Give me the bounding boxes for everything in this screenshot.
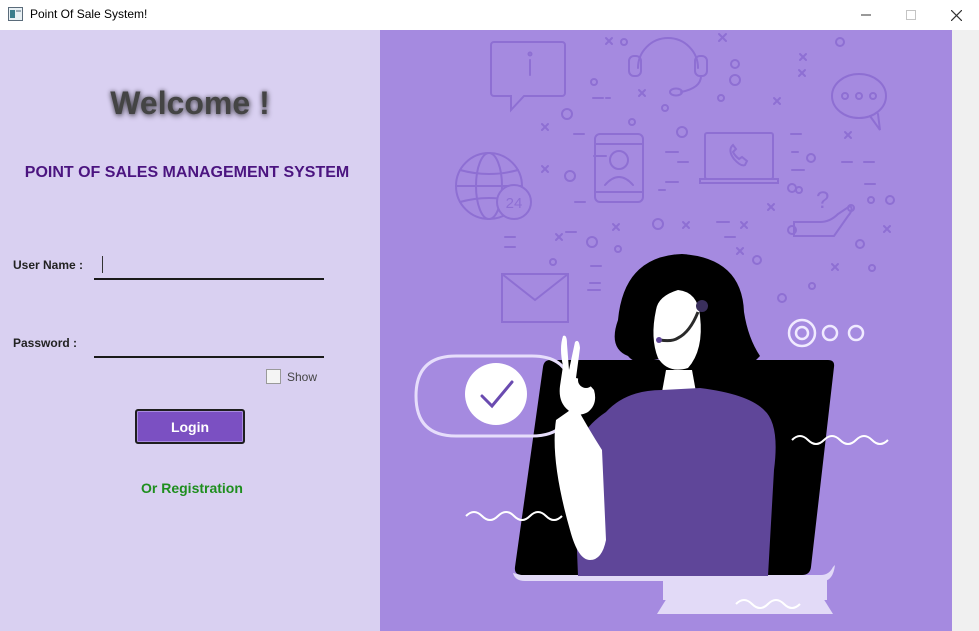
phone-person-icon xyxy=(594,133,644,203)
info-bubble-icon xyxy=(490,41,566,113)
globe-24-badge: 24 xyxy=(506,195,523,212)
vertical-scrollbar[interactable] xyxy=(952,30,979,631)
username-input[interactable] xyxy=(94,252,324,280)
window-title: Point Of Sale System! xyxy=(30,7,148,21)
minimize-icon xyxy=(861,14,871,16)
app-icon xyxy=(8,7,23,21)
chat-bubble-icon xyxy=(831,73,887,131)
illustration-panel: 24 ? xyxy=(380,30,952,631)
show-password-label: Show xyxy=(287,369,318,384)
minimize-button[interactable] xyxy=(843,0,889,30)
customer-support-illustration: 24 ? xyxy=(414,33,895,614)
password-label: Password : xyxy=(13,336,78,350)
text-caret xyxy=(102,256,103,273)
globe-24-icon: 24 xyxy=(455,152,532,220)
show-password-checkbox[interactable] xyxy=(266,369,281,384)
title-bar: Point Of Sale System! xyxy=(0,0,979,30)
welcome-heading: Welcome ! xyxy=(110,85,270,121)
laptop-call-icon xyxy=(699,132,779,184)
close-icon xyxy=(950,9,962,21)
show-password-toggle[interactable]: Show xyxy=(266,369,317,384)
question-hand-icon: ? xyxy=(793,187,853,237)
login-panel: Welcome ! POINT OF SALES MANAGEMENT SYST… xyxy=(0,30,380,631)
system-subtitle: POINT OF SALES MANAGEMENT SYSTEM xyxy=(24,164,350,181)
decorative-rings xyxy=(787,318,865,348)
maximize-icon xyxy=(906,10,916,20)
maximize-button[interactable] xyxy=(888,0,934,30)
username-label: User Name : xyxy=(13,258,84,272)
close-button[interactable] xyxy=(933,0,979,30)
registration-link[interactable]: Or Registration xyxy=(141,480,243,496)
login-button[interactable]: Login xyxy=(135,409,245,444)
question-mark: ? xyxy=(816,187,829,214)
headset-icon xyxy=(628,37,708,97)
mail-icon xyxy=(501,273,569,323)
password-input[interactable] xyxy=(94,330,324,358)
